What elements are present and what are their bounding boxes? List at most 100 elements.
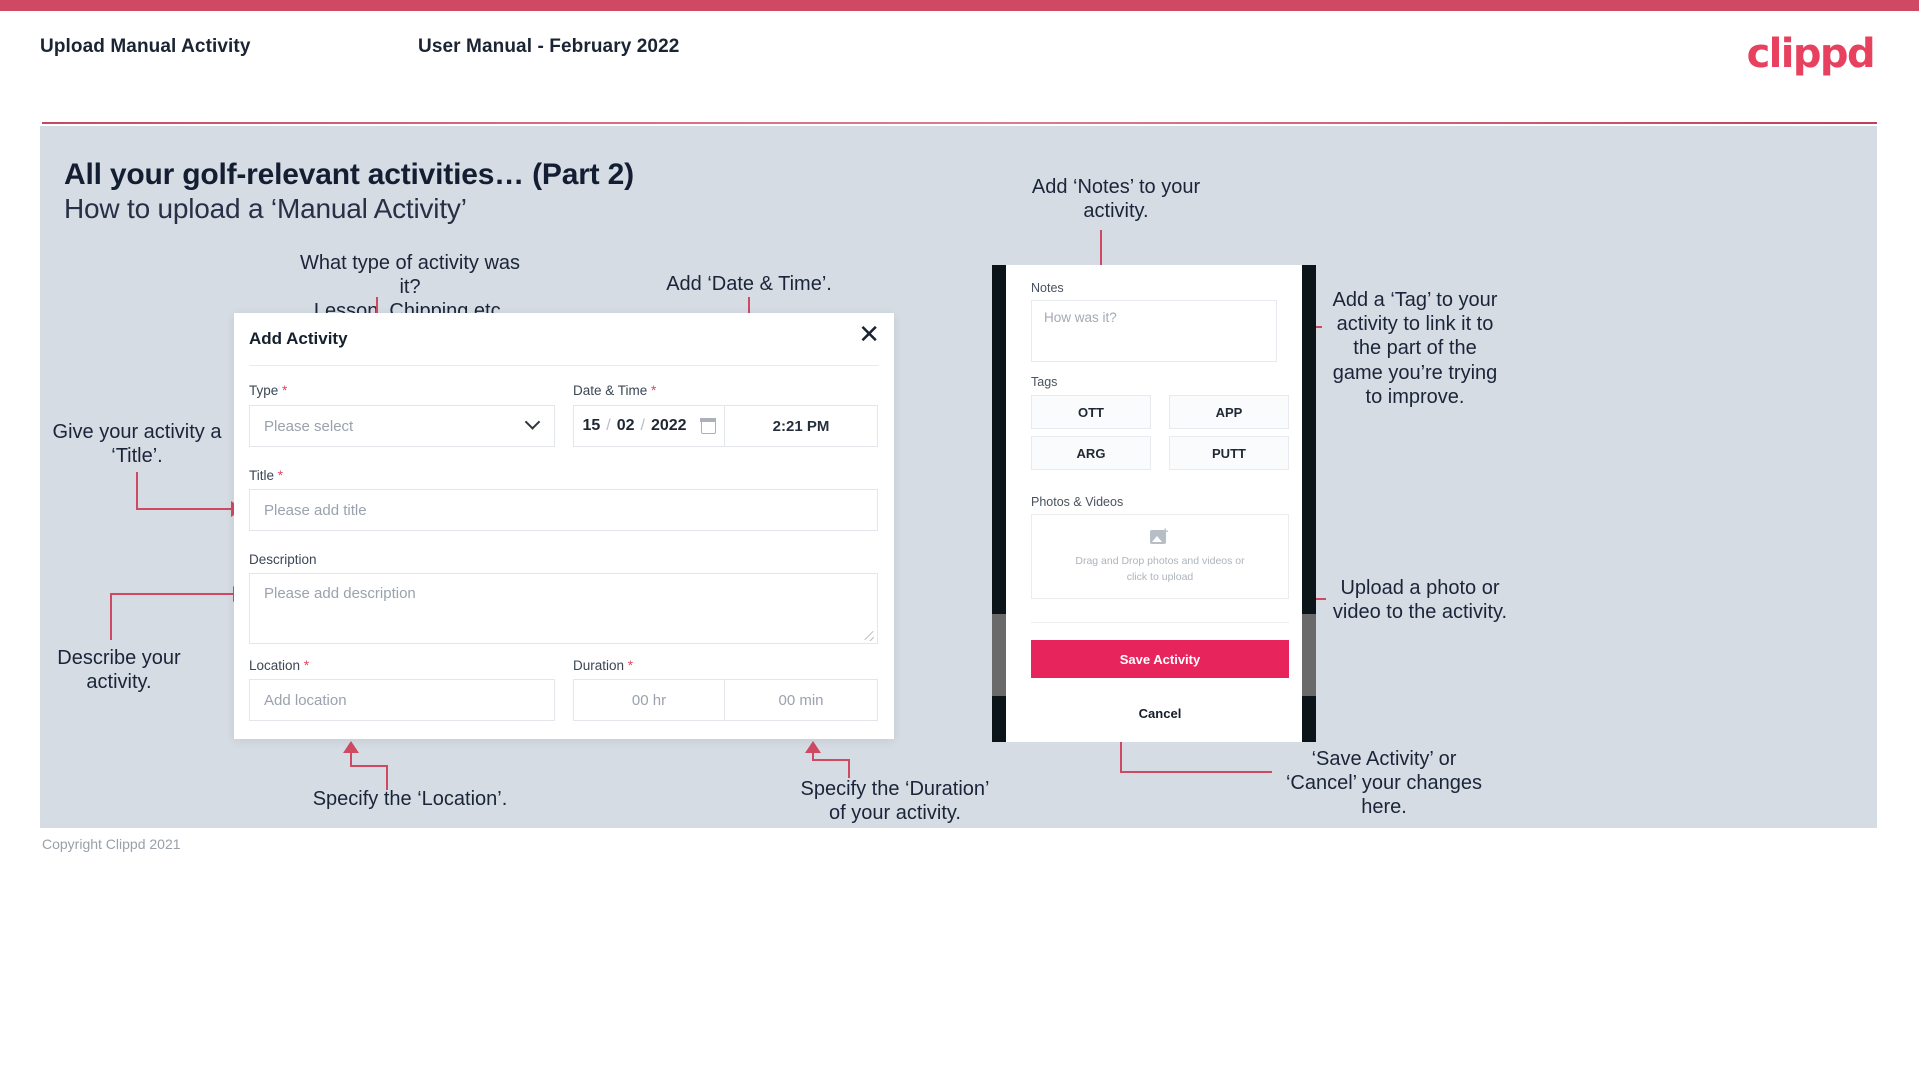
date-sep-1: / bbox=[606, 417, 611, 434]
duration-required: * bbox=[627, 658, 634, 673]
title-required: * bbox=[277, 468, 284, 483]
duration-minutes-input[interactable]: 00 min bbox=[724, 679, 878, 721]
annotation-description: Describe your activity. bbox=[57, 647, 181, 694]
description-placeholder: Please add description bbox=[264, 585, 416, 602]
location-label: Location * bbox=[249, 658, 309, 673]
duration-label: Duration * bbox=[573, 658, 633, 673]
dialog-title: Add Activity bbox=[249, 329, 348, 348]
dialog-divider bbox=[249, 365, 879, 366]
type-placeholder: Please select bbox=[264, 417, 354, 435]
description-textarea[interactable]: Please add description bbox=[249, 573, 878, 644]
phone-mockup: Notes How was it? Tags OTT APP ARG PUTT … bbox=[992, 265, 1316, 742]
annotation-notes: Add ‘Notes’ to your activity. bbox=[1031, 176, 1201, 223]
page-title: All your golf-relevant activities… (Part… bbox=[64, 158, 634, 191]
datetime-required: * bbox=[651, 383, 657, 398]
time-value: 2:21 PM bbox=[772, 417, 830, 435]
tag-label-arg: ARG bbox=[1076, 445, 1106, 461]
chevron-down-icon bbox=[524, 414, 541, 430]
date-year: 2022 bbox=[650, 417, 687, 434]
location-placeholder: Add location bbox=[264, 691, 347, 709]
page-subtitle: How to upload a ‘Manual Activity’ bbox=[64, 193, 467, 224]
cancel-button[interactable]: Cancel bbox=[1031, 702, 1289, 724]
annotation-tags: Add a ‘Tag’ to your activity to link it … bbox=[1332, 289, 1498, 408]
save-activity-button[interactable]: Save Activity bbox=[1031, 640, 1289, 678]
arrowhead-location bbox=[343, 741, 359, 753]
tag-button-putt[interactable]: PUTT bbox=[1169, 436, 1289, 470]
slide-root: Upload Manual Activity User Manual - Feb… bbox=[0, 0, 1919, 1079]
title-input[interactable]: Please add title bbox=[249, 489, 878, 531]
tag-button-app[interactable]: APP bbox=[1169, 395, 1289, 429]
tag-label-ott: OTT bbox=[1078, 404, 1104, 420]
title-label-text: Title bbox=[249, 468, 275, 483]
connector-title-h bbox=[136, 508, 234, 510]
resize-handle-icon[interactable] bbox=[864, 631, 874, 641]
annotation-upload: Upload a photo or video to the activity. bbox=[1332, 577, 1508, 624]
connector-loc-h bbox=[350, 765, 388, 767]
type-select[interactable]: Please select bbox=[249, 405, 555, 447]
connector-dur-h bbox=[812, 759, 850, 761]
location-input[interactable]: Add location bbox=[249, 679, 555, 721]
arrowhead-duration bbox=[805, 741, 821, 753]
duration-minutes-placeholder: 00 min bbox=[778, 691, 824, 709]
phone-screen: Notes How was it? Tags OTT APP ARG PUTT … bbox=[1006, 265, 1302, 742]
close-icon[interactable]: ✕ bbox=[858, 322, 880, 348]
top-accent-bar bbox=[0, 0, 1919, 11]
title-placeholder: Please add title bbox=[264, 501, 367, 519]
header-left-title: Upload Manual Activity bbox=[40, 36, 251, 57]
annotation-title: Give your activity a ‘Title’. bbox=[52, 421, 222, 468]
tag-label-app: APP bbox=[1215, 404, 1243, 420]
dropzone-line-1: Drag and Drop photos and videos or bbox=[1075, 555, 1245, 568]
connector-dur-v2 bbox=[848, 760, 850, 778]
duration-label-text: Duration bbox=[573, 658, 625, 673]
cancel-label: Cancel bbox=[1138, 705, 1182, 721]
annotation-duration: Specify the ‘Duration’ of your activity. bbox=[800, 778, 990, 825]
connector-dur-v1 bbox=[812, 752, 814, 760]
add-activity-dialog: Add Activity ✕ Type * Please select Date… bbox=[234, 313, 894, 739]
connector-desc-h bbox=[110, 593, 236, 595]
duration-hours-placeholder: 00 hr bbox=[631, 691, 667, 709]
title-label: Title * bbox=[249, 468, 283, 483]
clippd-logo: clippd bbox=[1746, 31, 1876, 77]
connector-loc-v2 bbox=[386, 766, 388, 790]
notes-placeholder: How was it? bbox=[1044, 310, 1117, 325]
header-divider bbox=[42, 122, 1877, 124]
header-center-title: User Manual - February 2022 bbox=[418, 36, 680, 57]
date-sep-2: / bbox=[640, 417, 645, 434]
media-dropzone[interactable]: + Drag and Drop photos and videos or cli… bbox=[1031, 514, 1289, 599]
notes-textarea[interactable]: How was it? bbox=[1031, 300, 1277, 362]
time-input[interactable]: 2:21 PM bbox=[724, 405, 878, 447]
type-label: Type * bbox=[249, 383, 287, 398]
connector-loc-v1 bbox=[350, 752, 352, 766]
datetime-label: Date & Time * bbox=[573, 383, 656, 398]
datetime-label-text: Date & Time bbox=[573, 383, 648, 398]
connector-desc-v bbox=[110, 594, 112, 640]
annotation-save-cancel: ‘Save Activity’ or ‘Cancel’ your changes… bbox=[1285, 748, 1483, 819]
tags-label: Tags bbox=[1031, 375, 1058, 389]
media-label: Photos & Videos bbox=[1031, 495, 1124, 509]
calendar-icon[interactable] bbox=[699, 417, 717, 434]
connector-save-h bbox=[1120, 771, 1272, 773]
tag-button-arg[interactable]: ARG bbox=[1031, 436, 1151, 470]
duration-hours-input[interactable]: 00 hr bbox=[573, 679, 725, 721]
tag-button-ott[interactable]: OTT bbox=[1031, 395, 1151, 429]
date-input[interactable]: 15 / 02 / 2022 bbox=[573, 405, 725, 447]
notes-label: Notes bbox=[1031, 281, 1064, 295]
connector-title-v bbox=[136, 472, 138, 510]
location-required: * bbox=[303, 658, 310, 673]
description-label: Description bbox=[249, 552, 317, 567]
type-label-text: Type bbox=[249, 383, 279, 398]
date-month: 02 bbox=[616, 417, 635, 434]
phone-divider bbox=[1031, 622, 1289, 623]
date-day: 15 bbox=[582, 417, 601, 434]
annotation-location: Specify the ‘Location’. bbox=[312, 788, 508, 810]
footer-copyright: Copyright Clippd 2021 bbox=[42, 836, 181, 852]
save-activity-label: Save Activity bbox=[1119, 651, 1201, 667]
type-required: * bbox=[282, 383, 288, 398]
tag-label-putt: PUTT bbox=[1212, 445, 1246, 461]
annotation-date-time: Add ‘Date & Time’. bbox=[666, 273, 832, 295]
dropzone-line-2: click to upload bbox=[1126, 570, 1194, 583]
scrollbar-right[interactable] bbox=[1302, 614, 1316, 696]
description-label-text: Description bbox=[249, 552, 317, 567]
scrollbar-left[interactable] bbox=[992, 614, 1006, 696]
location-label-text: Location bbox=[249, 658, 301, 673]
